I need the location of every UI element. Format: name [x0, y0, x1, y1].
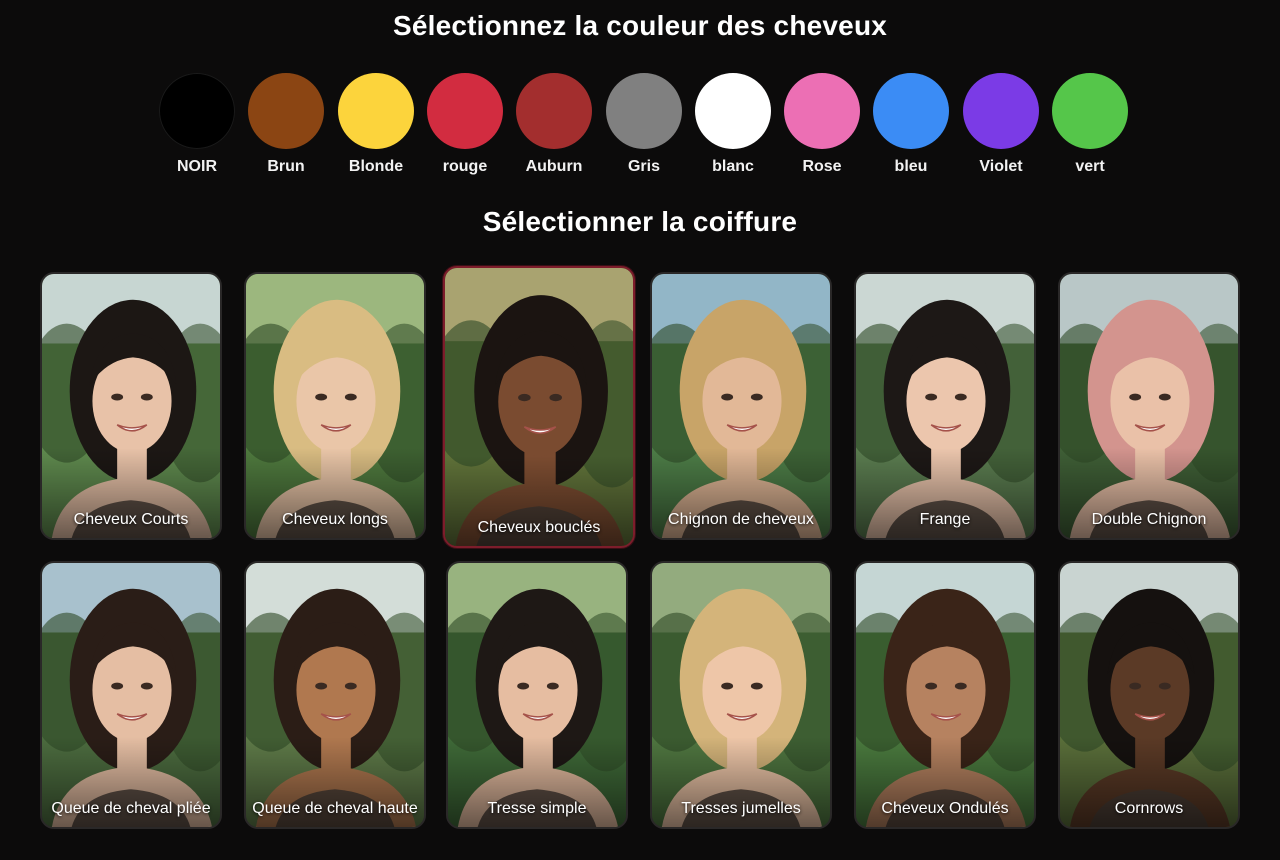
hairstyle-label: Cheveux longs [282, 511, 388, 528]
hairstyle-label: Queue de cheval pliée [51, 800, 211, 817]
color-label: Auburn [525, 158, 583, 175]
hairstyle-label: Frange [919, 511, 971, 528]
hairstyle-card-frange[interactable]: Frange [854, 272, 1036, 540]
hairstyle-grid: Cheveux Courts Cheveux longs Cheveux boucl… [40, 266, 1244, 832]
hairstyle-card-cheveux-longs[interactable]: Cheveux longs [244, 272, 426, 540]
color-swatch-blanc[interactable]: blanc [691, 73, 775, 183]
color-dot [1052, 73, 1128, 149]
color-swatch-auburn[interactable]: Auburn [512, 73, 596, 183]
hairstyle-label: Cheveux bouclés [477, 519, 601, 536]
color-dot [873, 73, 949, 149]
hairstyle-label: Queue de cheval haute [252, 800, 418, 817]
hair-color-swatches: NOIR Brun Blonde rouge Auburn Gris blanc Rose bl… [155, 73, 1135, 183]
color-label: bleu [894, 158, 928, 175]
hairstyle-label: Chignon de cheveux [668, 511, 814, 528]
hairstyle-label: Cornrows [1114, 800, 1184, 817]
hairstyle-label: Cheveux Ondulés [881, 800, 1009, 817]
hairstyle-label: Tresse simple [487, 800, 587, 817]
hairstyle-card-tresse-simple[interactable]: Tresse simple [446, 561, 628, 829]
color-swatch-rouge[interactable]: rouge [423, 73, 507, 183]
color-swatch-noir[interactable]: NOIR [155, 73, 239, 183]
color-swatch-vert[interactable]: vert [1048, 73, 1132, 183]
color-label: vert [1075, 158, 1105, 175]
hair-editor-page: Sélectionnez la couleur des cheveux NOIR… [0, 0, 1280, 860]
color-dot [606, 73, 682, 149]
hairstyle-card-cheveux-courts[interactable]: Cheveux Courts [40, 272, 222, 540]
color-swatch-brun[interactable]: Brun [244, 73, 328, 183]
color-swatch-rose[interactable]: Rose [780, 73, 864, 183]
color-dot [695, 73, 771, 149]
hairstyle-card-cornrows[interactable]: Cornrows [1058, 561, 1240, 829]
color-swatch-blonde[interactable]: Blonde [334, 73, 418, 183]
color-dot [516, 73, 592, 149]
color-swatch-violet[interactable]: Violet [959, 73, 1043, 183]
color-dot [159, 73, 235, 149]
hairstyle-heading: Sélectionner la coiffure [482, 206, 798, 237]
hairstyle-card-queue-de-cheval-pliée[interactable]: Queue de cheval pliée [40, 561, 222, 829]
color-label: Brun [267, 158, 305, 175]
hairstyle-card-tresses-jumelles[interactable]: Tresses jumelles [650, 561, 832, 829]
color-dot [248, 73, 324, 149]
color-swatch-gris[interactable]: Gris [602, 73, 686, 183]
hairstyle-label: Cheveux Courts [73, 511, 189, 528]
color-dot [963, 73, 1039, 149]
hair-color-heading: Sélectionnez la couleur des cheveux [392, 10, 888, 41]
hairstyle-card-cheveux-ondulés[interactable]: Cheveux Ondulés [854, 561, 1036, 829]
color-dot [427, 73, 503, 149]
hairstyle-card-queue-de-cheval-haute[interactable]: Queue de cheval haute [244, 561, 426, 829]
hairstyle-label: Double Chignon [1091, 511, 1207, 528]
color-dot [784, 73, 860, 149]
color-dot [338, 73, 414, 149]
color-swatch-bleu[interactable]: bleu [869, 73, 953, 183]
hairstyle-card-double-chignon[interactable]: Double Chignon [1058, 272, 1240, 540]
hairstyle-card-chignon-de-cheveux[interactable]: Chignon de cheveux [650, 272, 832, 540]
hairstyle-label: Tresses jumelles [681, 800, 801, 817]
hairstyle-card-cheveux-bouclés[interactable]: Cheveux bouclés [443, 266, 635, 548]
